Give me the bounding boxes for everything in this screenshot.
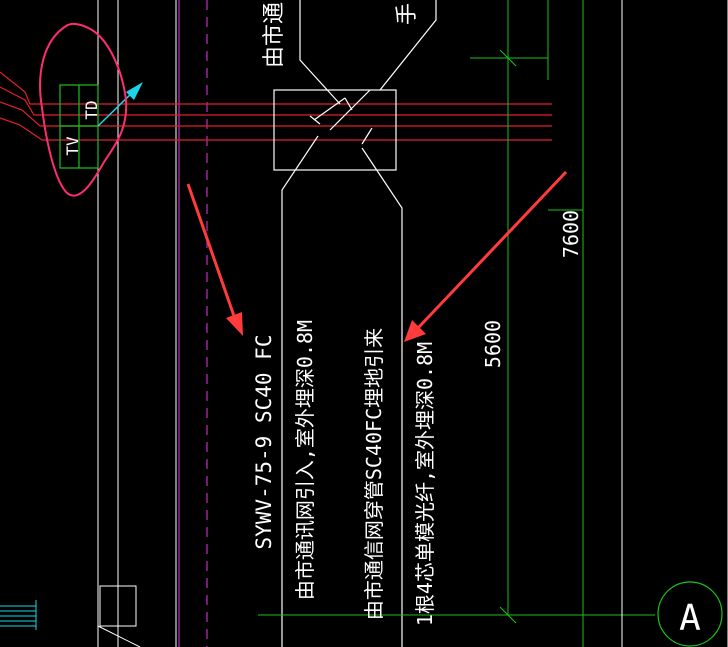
grid-axis-bubble: A (657, 581, 723, 647)
cad-drawing-canvas: TV TD 由市通 手 SYWV-75-9 SC40 FC 由市通讯网引入,室外… (0, 0, 728, 647)
cable-note-1: 由市通讯网引入,室外埋深0.8M (293, 320, 317, 600)
left-wall-lines (97, 0, 177, 647)
tv-label: TV (63, 136, 82, 156)
top-cut-text: 由市通 (262, 2, 287, 68)
dimension-5600: 5600 (481, 320, 505, 368)
cable-note-2: 由市通信网穿管SC40FC埋地引来 (362, 328, 386, 620)
top-right-fragment: 手 (395, 3, 420, 25)
right-structure-lines (621, 0, 728, 647)
cable-note-3: 1根4芯单模光纤,室外埋深0.8M (413, 342, 437, 626)
bottom-left-junction-box (97, 585, 141, 647)
bottom-left-cyan-lines (0, 600, 37, 630)
magenta-grid-lines (178, 0, 208, 647)
annotation-arrow-right (404, 170, 568, 342)
cable-spec-text: SYWV-75-9 SC40 FC (252, 335, 276, 550)
dimension-lines (258, 0, 655, 647)
dimension-7600: 7600 (559, 210, 583, 258)
grid-axis-label: A (679, 598, 701, 639)
td-label: TD (82, 100, 101, 119)
annotation-arrow-left (186, 183, 243, 336)
